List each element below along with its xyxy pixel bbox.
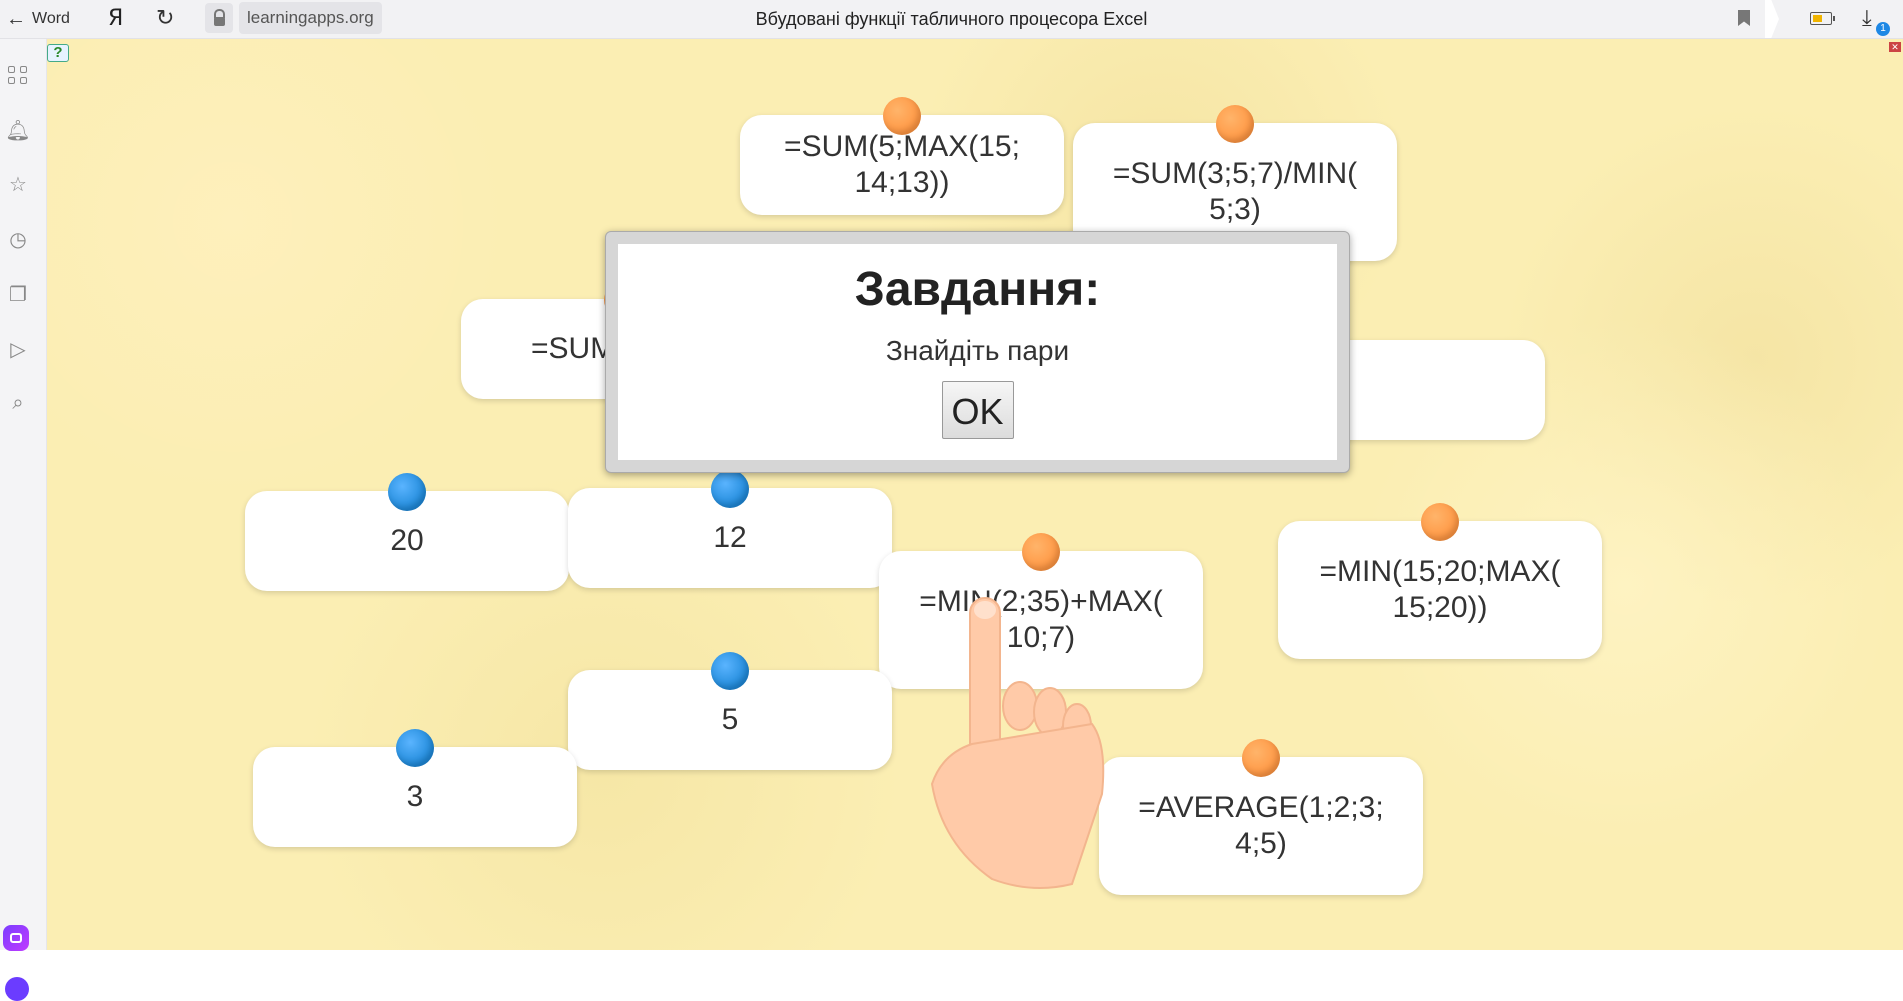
pin-orange-icon	[1421, 503, 1459, 541]
back-arrow-icon: ←	[6, 8, 26, 30]
card-text: =SUM(3;5;7)/MIN( 5;3)	[1112, 157, 1358, 226]
card-text: =MIN(15;20;MAX( 15;20))	[1319, 555, 1561, 624]
card-text: 20	[390, 524, 424, 557]
pin-blue-icon	[396, 729, 434, 767]
help-icon[interactable]: ?	[47, 44, 69, 62]
battery-icon	[1810, 12, 1835, 25]
match-card[interactable]: =MIN(15;20;MAX( 15;20))	[1278, 503, 1602, 659]
apps-grid-icon[interactable]	[4, 61, 32, 89]
alice-assistant-icon[interactable]	[3, 925, 29, 951]
match-card[interactable]: 12	[568, 470, 892, 588]
downloads-badge: 1	[1876, 22, 1890, 36]
match-card[interactable]: 5	[568, 652, 892, 770]
pin-orange-icon	[883, 97, 921, 135]
profile-icon[interactable]	[5, 977, 29, 1001]
search-page-icon[interactable]: ⌕	[4, 389, 32, 417]
card-text: 5	[721, 703, 739, 736]
bookmark-icon[interactable]	[1738, 10, 1750, 26]
card-text: 12	[713, 521, 747, 554]
fullscreen-icon[interactable]: ✕	[1889, 42, 1901, 52]
task-dialog: Завдання: Знайдіть пари OK	[605, 231, 1350, 473]
card-text: =SUM(5;MAX(15; 14;13))	[784, 130, 1020, 199]
video-play-icon[interactable]: ▷	[4, 335, 32, 363]
ok-button[interactable]: OK	[941, 381, 1014, 439]
download-icon[interactable]: ⤓	[1862, 5, 1872, 31]
dialog-content: Завдання: Знайдіть пари OK	[618, 244, 1337, 460]
card-text: 3	[406, 780, 424, 813]
browser-toolbar: ← Word Я ↻ learningapps.org Вбудовані фу…	[0, 0, 1903, 39]
toolbar-separator	[1765, 0, 1779, 38]
address-bar[interactable]: learningapps.org	[205, 2, 382, 34]
pin-orange-icon	[1022, 533, 1060, 571]
back-button[interactable]: ← Word	[6, 8, 70, 30]
match-card[interactable]: =SUM(5;MAX(15; 14;13))	[740, 97, 1064, 215]
dialog-message: Знайдіть пари	[885, 335, 1070, 366]
match-card[interactable]: =AVERAGE(1;2;3; 4;5)	[1099, 739, 1423, 895]
pin-orange-icon	[1216, 105, 1254, 143]
reload-icon[interactable]: ↻	[156, 5, 174, 31]
pin-blue-icon	[711, 652, 749, 690]
match-card[interactable]: 20	[245, 473, 569, 591]
history-clock-icon[interactable]: ◷	[4, 225, 32, 253]
back-label: Word	[32, 10, 70, 27]
bell-icon[interactable]: 🔔︎	[4, 116, 32, 144]
card-text: =MIN(2;35)+MAX( 10;7)	[919, 585, 1163, 654]
card-text: =SUM	[531, 332, 616, 365]
game-board: ? ✕ =SUM(5;MAX(15; 14;13)) =SUM(3;5;7)/M…	[47, 39, 1903, 950]
dialog-title: Завдання:	[854, 263, 1101, 316]
match-card[interactable]: =MIN(2;35)+MAX( 10;7)	[879, 533, 1203, 689]
lock-icon[interactable]	[205, 3, 233, 33]
card-text: =AVERAGE(1;2;3; 4;5)	[1138, 791, 1384, 860]
pin-blue-icon	[711, 470, 749, 508]
browser-sidebar: 🔔︎ ☆ ◷ ❐ ▷ ⌕	[0, 39, 47, 1001]
yandex-button[interactable]: Я	[108, 6, 123, 31]
collections-icon[interactable]: ❐	[4, 280, 32, 308]
pin-blue-icon	[388, 473, 426, 511]
url-text[interactable]: learningapps.org	[239, 2, 382, 34]
match-card[interactable]: 3	[253, 729, 577, 847]
star-icon[interactable]: ☆	[4, 170, 32, 198]
pin-orange-icon	[1242, 739, 1280, 777]
